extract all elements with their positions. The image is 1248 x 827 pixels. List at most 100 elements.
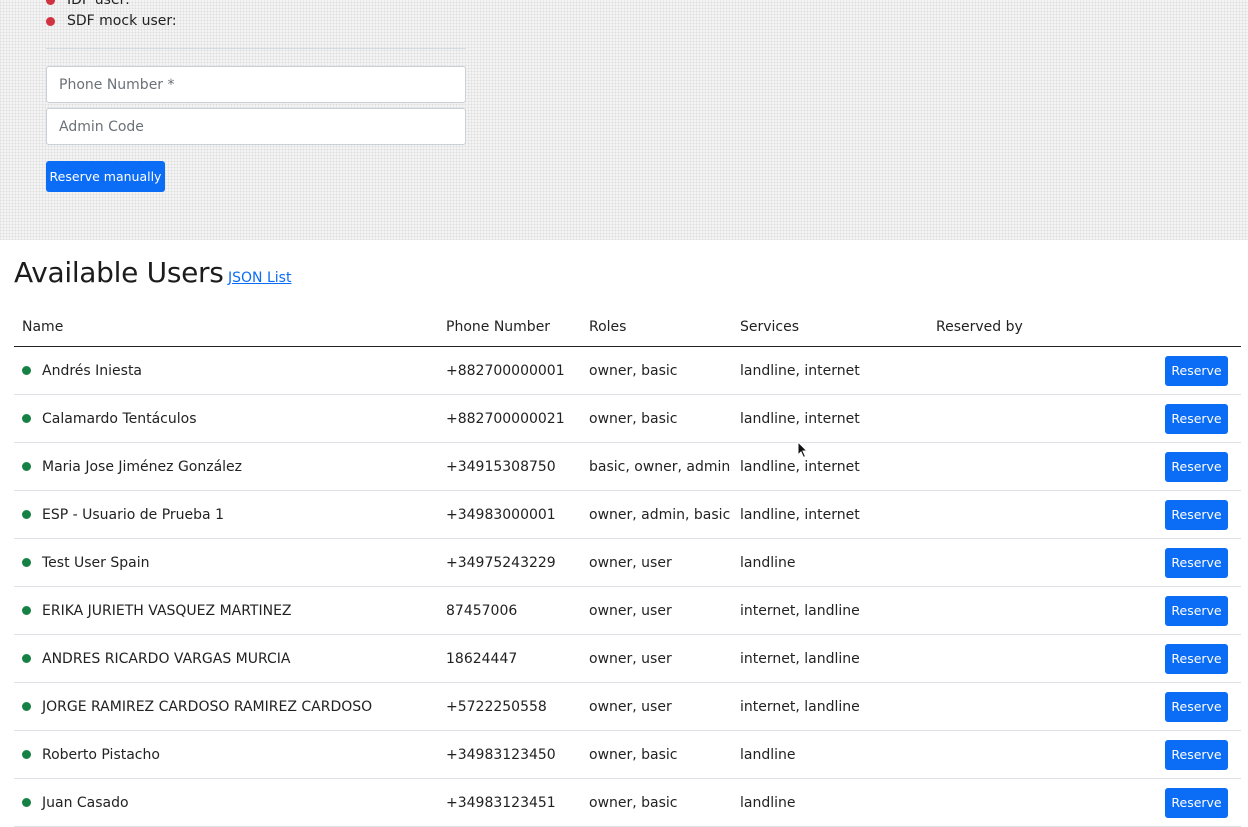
available-status-icon (22, 414, 31, 423)
json-list-link[interactable]: JSON List (228, 270, 291, 286)
table-row: Roberto Pistacho +34983123450 owner, basic… (14, 730, 1241, 779)
user-roles: owner, basic (581, 346, 732, 395)
reserve-button[interactable]: Reserve (1165, 355, 1228, 386)
user-name: Andrés Iniesta (42, 362, 143, 379)
user-name-cell: Andrés Iniesta (14, 346, 438, 395)
mouse-cursor-icon (797, 441, 809, 459)
reserve-button[interactable]: Reserve (1165, 643, 1228, 674)
reserve-manually-button[interactable]: Reserve manually (46, 161, 165, 192)
available-status-icon (22, 510, 31, 519)
user-roles: owner, user (581, 538, 732, 587)
available-status-icon (22, 798, 31, 807)
user-name-wrap: ANDRES RICARDO VARGAS MURCIA (22, 651, 438, 667)
table-header-row: Name Phone Number Roles Services Reserve… (14, 307, 1241, 347)
user-roles: basic, owner, admin (581, 442, 732, 491)
user-name-cell: JORGE RAMIREZ CARDOSO RAMIREZ CARDOSO (14, 682, 438, 731)
user-name: ERIKA JURIETH VASQUEZ MARTINEZ (42, 602, 292, 619)
user-action-cell: Reserve (1128, 586, 1241, 635)
divider (46, 48, 466, 49)
user-action-cell: Reserve (1128, 634, 1241, 683)
user-roles: owner, user (581, 682, 732, 731)
user-services: landline, internet (732, 490, 928, 539)
user-name-wrap: Roberto Pistacho (22, 747, 438, 763)
users-table: Name Phone Number Roles Services Reserve… (14, 307, 1241, 827)
user-name-cell: Juan Casado (14, 778, 438, 827)
user-reserved-by (928, 586, 1128, 635)
user-phone: +5722250558 (438, 682, 581, 731)
available-status-icon (22, 606, 31, 615)
user-services: landline, internet (732, 442, 928, 491)
user-name-cell: Test User Spain (14, 538, 438, 587)
user-action-cell: Reserve (1128, 778, 1241, 827)
user-phone: +34975243229 (438, 538, 581, 587)
user-name: ANDRES RICARDO VARGAS MURCIA (42, 650, 291, 667)
user-name-wrap: ERIKA JURIETH VASQUEZ MARTINEZ (22, 603, 438, 619)
user-action-cell: Reserve (1128, 394, 1241, 443)
user-reserved-by (928, 682, 1128, 731)
user-services: landline (732, 730, 928, 779)
user-action-cell: Reserve (1128, 442, 1241, 491)
user-phone: +34983000001 (438, 490, 581, 539)
reserve-button[interactable]: Reserve (1165, 403, 1228, 434)
user-reserved-by (928, 442, 1128, 491)
user-name-cell: Calamardo Tentáculos (14, 394, 438, 443)
status-label: IDP user: (67, 0, 130, 8)
phone-number-input[interactable] (46, 66, 466, 103)
user-action-cell: Reserve (1128, 538, 1241, 587)
user-reserved-by (928, 490, 1128, 539)
reserve-button[interactable]: Reserve (1165, 595, 1228, 626)
available-status-icon (22, 462, 31, 471)
user-services: internet, landline (732, 634, 928, 683)
user-reserved-by (928, 634, 1128, 683)
user-name: Test User Spain (42, 554, 150, 571)
reserve-button[interactable]: Reserve (1165, 691, 1228, 722)
user-name-wrap: Maria Jose Jiménez González (22, 459, 438, 475)
table-row: ERIKA JURIETH VASQUEZ MARTINEZ 87457006 ow… (14, 586, 1241, 635)
user-name-cell: ESP - Usuario de Prueba 1 (14, 490, 438, 539)
table-row: Test User Spain +34975243229 owner, user la… (14, 538, 1241, 587)
user-name: Maria Jose Jiménez González (42, 458, 243, 475)
available-status-icon (22, 702, 31, 711)
reserve-button[interactable]: Reserve (1165, 739, 1228, 770)
table-row: Juan Casado +34983123451 owner, basic landl… (14, 778, 1241, 827)
user-roles: owner, basic (581, 394, 732, 443)
user-name: Calamardo Tentáculos (42, 410, 197, 427)
user-name-cell: Roberto Pistacho (14, 730, 438, 779)
available-status-icon (22, 366, 31, 375)
table-row: Andrés Iniesta +882700000001 owner, basic l… (14, 346, 1241, 395)
user-name-wrap: Juan Casado (22, 795, 438, 811)
user-services: internet, landline (732, 682, 928, 731)
column-header-actions (1128, 307, 1241, 347)
user-services: internet, landline (732, 586, 928, 635)
user-reserved-by (928, 346, 1128, 395)
user-reserved-by (928, 778, 1128, 827)
user-services: landline, internet (732, 346, 928, 395)
reserve-button[interactable]: Reserve (1165, 787, 1228, 818)
user-phone: +34983123451 (438, 778, 581, 827)
admin-code-input[interactable] (46, 108, 466, 145)
table-row: ANDRES RICARDO VARGAS MURCIA 18624447 owne… (14, 634, 1241, 683)
reserve-button[interactable]: Reserve (1165, 451, 1228, 482)
column-header-name: Name (14, 307, 438, 347)
user-roles: owner, admin, basic (581, 490, 732, 539)
available-status-icon (22, 750, 31, 759)
user-name-wrap: ESP - Usuario de Prueba 1 (22, 507, 438, 523)
reserve-button[interactable]: Reserve (1165, 499, 1228, 530)
reserve-button[interactable]: Reserve (1165, 547, 1228, 578)
user-name: Roberto Pistacho (42, 746, 160, 763)
user-action-cell: Reserve (1128, 730, 1241, 779)
table-row: Maria Jose Jiménez González +34915308750 b… (14, 442, 1241, 491)
user-name-cell: ANDRES RICARDO VARGAS MURCIA (14, 634, 438, 683)
user-action-cell: Reserve (1128, 346, 1241, 395)
user-name-wrap: Andrés Iniesta (22, 363, 438, 379)
status-label: SDF mock user: (67, 13, 177, 29)
column-header-phone: Phone Number (438, 307, 581, 347)
user-name-wrap: JORGE RAMIREZ CARDOSO RAMIREZ CARDOSO (22, 699, 438, 715)
user-name: Juan Casado (42, 794, 129, 811)
user-reserved-by (928, 394, 1128, 443)
user-name-wrap: Test User Spain (22, 555, 438, 571)
user-phone: 87457006 (438, 586, 581, 635)
table-row: ESP - Usuario de Prueba 1 +34983000001 own… (14, 490, 1241, 539)
status-item-sdf: SDF mock user: (46, 11, 177, 31)
user-roles: owner, user (581, 634, 732, 683)
